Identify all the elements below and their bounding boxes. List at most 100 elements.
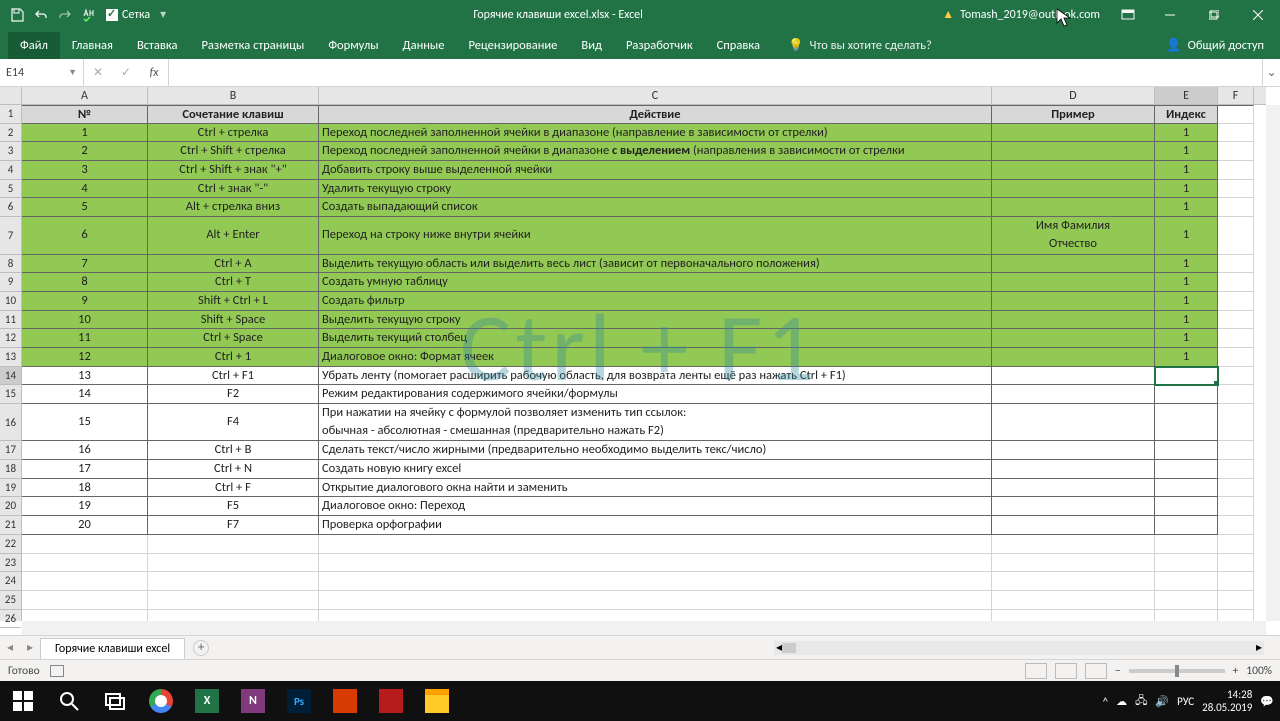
undo-icon[interactable]: [30, 4, 52, 26]
cell[interactable]: [1218, 516, 1254, 535]
tray-clock[interactable]: 14:2828.05.2019: [1202, 688, 1252, 714]
row-header-20[interactable]: 20: [0, 497, 21, 516]
cell[interactable]: 18: [22, 479, 148, 498]
cell[interactable]: Имя ФамилияОтчество: [992, 217, 1155, 254]
cell[interactable]: [1218, 497, 1254, 516]
cell[interactable]: 16: [22, 441, 148, 460]
grid-checkbox[interactable]: Сетка: [106, 8, 150, 22]
cell[interactable]: 1: [1155, 348, 1218, 367]
column-header-E[interactable]: E: [1155, 87, 1218, 104]
cell[interactable]: [992, 124, 1155, 143]
cell[interactable]: [1155, 460, 1218, 479]
cell[interactable]: Ctrl + Shift + стрелка: [148, 142, 319, 161]
cell[interactable]: [1218, 367, 1254, 386]
cell[interactable]: 1: [1155, 292, 1218, 311]
cell[interactable]: [1218, 311, 1254, 330]
cell[interactable]: [148, 554, 319, 573]
cell[interactable]: Ctrl + N: [148, 460, 319, 479]
cell[interactable]: Shift + Space: [148, 311, 319, 330]
cell[interactable]: Alt + Enter: [148, 217, 319, 254]
sheet-nav-prev-icon[interactable]: ◂: [0, 640, 20, 655]
cell[interactable]: F2: [148, 385, 319, 404]
cell[interactable]: [1218, 273, 1254, 292]
row-header-12[interactable]: 12: [0, 329, 21, 348]
search-icon[interactable]: [46, 681, 92, 721]
cell[interactable]: [1218, 255, 1254, 274]
tab-home[interactable]: Главная: [60, 32, 125, 59]
cell[interactable]: [992, 329, 1155, 348]
cell[interactable]: [22, 535, 148, 554]
add-sheet-button[interactable]: +: [193, 640, 209, 656]
cell[interactable]: 1: [1155, 329, 1218, 348]
cell[interactable]: Переход на строку ниже внутри ячейки: [319, 217, 992, 254]
cell[interactable]: 9: [22, 292, 148, 311]
cell[interactable]: Открытие диалогового окна найти и замени…: [319, 479, 992, 498]
row-header-11[interactable]: 11: [0, 311, 21, 330]
cell[interactable]: Ctrl + F1: [148, 367, 319, 386]
tab-layout[interactable]: Разметка страницы: [189, 32, 316, 59]
taskbar-onenote-icon[interactable]: N: [230, 681, 276, 721]
row-header-14[interactable]: 14: [0, 367, 21, 386]
cell[interactable]: [1218, 348, 1254, 367]
row-header-15[interactable]: 15: [0, 385, 21, 404]
cell[interactable]: 13: [22, 367, 148, 386]
tab-data[interactable]: Данные: [391, 32, 457, 59]
cell[interactable]: [1218, 572, 1254, 591]
cell[interactable]: 8: [22, 273, 148, 292]
cell[interactable]: [992, 572, 1155, 591]
cell[interactable]: [992, 385, 1155, 404]
sheet-tab-active[interactable]: Горячие клавиши excel: [40, 638, 185, 659]
cell[interactable]: 1: [1155, 180, 1218, 199]
cell[interactable]: Проверка орфографии: [319, 516, 992, 535]
cell[interactable]: Ctrl + A: [148, 255, 319, 274]
cell[interactable]: При нажатии на ячейку с формулой позволя…: [319, 404, 992, 441]
cell[interactable]: [1155, 479, 1218, 498]
tab-insert[interactable]: Вставка: [125, 32, 190, 59]
cell[interactable]: [992, 591, 1155, 610]
cell[interactable]: Переход последней заполненной ячейки в д…: [319, 142, 992, 161]
cell[interactable]: [992, 292, 1155, 311]
row-header-8[interactable]: 8: [0, 255, 21, 274]
cell[interactable]: [1155, 554, 1218, 573]
cell[interactable]: [1218, 105, 1254, 124]
select-all-corner[interactable]: [0, 87, 22, 105]
cell[interactable]: [319, 572, 992, 591]
cell[interactable]: F7: [148, 516, 319, 535]
tray-onedrive-icon[interactable]: ☁: [1116, 695, 1127, 708]
cell[interactable]: [992, 273, 1155, 292]
tray-notifications-icon[interactable]: 💬: [1260, 695, 1274, 708]
cell[interactable]: 1: [1155, 142, 1218, 161]
zoom-level[interactable]: 100%: [1246, 664, 1272, 678]
cell[interactable]: 1: [1155, 124, 1218, 143]
cell[interactable]: Создать фильтр: [319, 292, 992, 311]
cell[interactable]: [1218, 292, 1254, 311]
cell[interactable]: 1: [1155, 161, 1218, 180]
ribbon-display-icon[interactable]: [1108, 4, 1148, 26]
cell[interactable]: F5: [148, 497, 319, 516]
cell[interactable]: [1218, 161, 1254, 180]
table-header[interactable]: №: [22, 105, 148, 124]
close-button[interactable]: [1236, 0, 1280, 29]
cell[interactable]: Ctrl + стрелка: [148, 124, 319, 143]
save-icon[interactable]: [6, 4, 28, 26]
cell[interactable]: Shift + Ctrl + L: [148, 292, 319, 311]
start-button[interactable]: [0, 681, 46, 721]
enter-formula-icon[interactable]: ✓: [112, 65, 140, 80]
cell[interactable]: [1218, 142, 1254, 161]
cell[interactable]: 15: [22, 404, 148, 441]
row-header-21[interactable]: 21: [0, 516, 21, 535]
sheet-nav-next-icon[interactable]: ▸: [20, 640, 40, 655]
account-area[interactable]: ▲ Tomash_2019@outlook.com: [942, 7, 1100, 22]
cell[interactable]: 17: [22, 460, 148, 479]
tray-volume-icon[interactable]: 🔊: [1155, 695, 1169, 708]
row-header-5[interactable]: 5: [0, 180, 21, 199]
cell[interactable]: [319, 554, 992, 573]
cell[interactable]: Ctrl + T: [148, 273, 319, 292]
tab-formulas[interactable]: Формулы: [316, 32, 390, 59]
formula-input[interactable]: [169, 59, 1262, 86]
row-header-17[interactable]: 17: [0, 441, 21, 460]
cell[interactable]: [1155, 535, 1218, 554]
taskbar-photoshop-icon[interactable]: Ps: [276, 681, 322, 721]
cell[interactable]: 1: [1155, 311, 1218, 330]
cell[interactable]: Ctrl + 1: [148, 348, 319, 367]
